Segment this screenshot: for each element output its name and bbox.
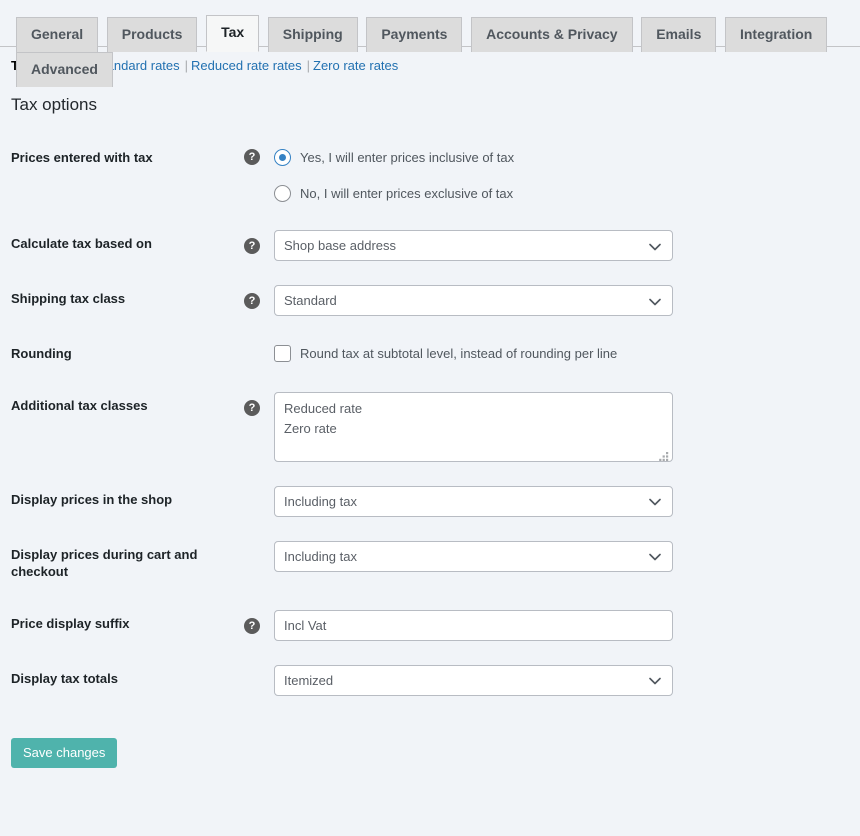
field-additional-tax-classes: ? Reduced rate Zero rate bbox=[234, 380, 700, 474]
row-rounding: Rounding Round tax at subtotal level, in… bbox=[0, 328, 700, 380]
field-display-prices-in-shop: Including tax bbox=[234, 474, 700, 529]
row-calculate-tax-based-on: Calculate tax based on ? Shop base addre… bbox=[0, 218, 700, 273]
subnav-item-zero-rate-rates[interactable]: Zero rate rates bbox=[313, 58, 398, 73]
chevron-down-icon bbox=[649, 666, 661, 695]
checkbox-round-at-subtotal[interactable] bbox=[274, 344, 291, 362]
label-rounding: Rounding bbox=[11, 346, 72, 361]
field-display-tax-totals: Itemized bbox=[234, 653, 700, 708]
textarea-value-additional-tax-classes: Reduced rate Zero rate bbox=[284, 400, 363, 436]
row-display-prices-cart-checkout: Display prices during cart and checkout … bbox=[0, 529, 700, 598]
tab-integration[interactable]: Integration bbox=[724, 17, 828, 52]
help-icon[interactable]: ? bbox=[244, 293, 260, 309]
label-shipping-tax-class: Shipping tax class bbox=[11, 291, 126, 306]
help-icon[interactable]: ? bbox=[244, 617, 260, 634]
select-calculate-tax-based-on[interactable]: Shop base address bbox=[274, 230, 673, 261]
label-price-display-suffix: Price display suffix bbox=[11, 615, 130, 631]
page-title: Tax options bbox=[11, 95, 97, 114]
chevron-down-icon bbox=[649, 231, 661, 260]
label-display-tax-totals: Display tax totals bbox=[11, 670, 118, 686]
subnav-item-reduced-rate-rates[interactable]: Reduced rate rates bbox=[191, 58, 302, 73]
tab-payments[interactable]: Payments bbox=[366, 17, 463, 52]
tab-accounts-privacy[interactable]: Accounts & Privacy bbox=[471, 17, 633, 52]
field-prices-entered-with-tax: ? Yes, I will enter prices inclusive of … bbox=[234, 132, 700, 218]
submit-area: Save changes bbox=[0, 724, 860, 768]
radio-label-exclusive: No, I will enter prices exclusive of tax bbox=[300, 185, 514, 201]
input-price-display-suffix[interactable]: Incl Vat bbox=[274, 609, 673, 641]
row-shipping-tax-class: Shipping tax class ? Standard bbox=[0, 273, 700, 328]
chevron-down-icon bbox=[649, 542, 661, 571]
select-value-shipping-tax-class: Standard bbox=[284, 293, 337, 308]
chevron-down-icon bbox=[649, 286, 661, 315]
select-value-calculate-tax-based-on: Shop base address bbox=[284, 238, 397, 253]
textarea-additional-tax-classes[interactable]: Reduced rate Zero rate bbox=[274, 391, 673, 462]
subnav-separator: | bbox=[184, 58, 189, 73]
row-additional-tax-classes: Additional tax classes ? Reduced rate Ze… bbox=[0, 380, 700, 474]
label-display-prices-cart-checkout: Display prices during cart and checkout bbox=[11, 546, 198, 580]
tab-advanced[interactable]: Advanced bbox=[16, 52, 113, 87]
help-icon[interactable]: ? bbox=[244, 399, 260, 416]
select-shipping-tax-class[interactable]: Standard bbox=[274, 285, 673, 316]
settings-tab-bar: General Products Tax Shipping Payments A… bbox=[0, 0, 860, 87]
label-prices-entered-with-tax: Prices entered with tax bbox=[11, 150, 153, 165]
select-display-prices-in-shop[interactable]: Including tax bbox=[274, 485, 673, 517]
select-display-tax-totals[interactable]: Itemized bbox=[274, 664, 673, 696]
row-display-tax-totals: Display tax totals Itemized bbox=[0, 653, 700, 708]
select-value-display-tax-totals: Itemized bbox=[284, 672, 334, 688]
radio-option-prices-exclusive[interactable]: No, I will enter prices exclusive of tax bbox=[274, 180, 690, 206]
label-display-prices-in-shop: Display prices in the shop bbox=[11, 491, 173, 507]
radio-label-inclusive: Yes, I will enter prices inclusive of ta… bbox=[300, 149, 515, 165]
field-calculate-tax-based-on: ? Shop base address bbox=[234, 218, 700, 273]
field-price-display-suffix: ? Incl Vat bbox=[234, 598, 700, 653]
tab-emails[interactable]: Emails bbox=[641, 17, 717, 52]
tab-products[interactable]: Products bbox=[106, 17, 198, 52]
tax-options-form: Prices entered with tax ? Yes, I will en… bbox=[0, 132, 700, 708]
row-price-display-suffix: Price display suffix ? Incl Vat bbox=[0, 598, 700, 653]
label-additional-tax-classes: Additional tax classes bbox=[11, 397, 148, 413]
row-display-prices-in-shop: Display prices in the shop Including tax bbox=[0, 474, 700, 529]
field-rounding: Round tax at subtotal level, instead of … bbox=[234, 328, 700, 380]
label-calculate-tax-based-on: Calculate tax based on bbox=[11, 236, 152, 251]
checkbox-label-round-at-subtotal: Round tax at subtotal level, instead of … bbox=[300, 345, 618, 361]
select-display-prices-cart-checkout[interactable]: Including tax bbox=[274, 540, 673, 572]
tab-shipping[interactable]: Shipping bbox=[267, 17, 358, 52]
save-changes-button[interactable]: Save changes bbox=[11, 737, 118, 768]
row-prices-entered-with-tax: Prices entered with tax ? Yes, I will en… bbox=[0, 132, 700, 218]
input-value-price-display-suffix: Incl Vat bbox=[284, 617, 327, 633]
tab-general[interactable]: General bbox=[16, 17, 99, 52]
field-shipping-tax-class: ? Standard bbox=[234, 273, 700, 328]
select-value-display-prices-cart-checkout: Including tax bbox=[284, 548, 357, 564]
subnav-separator: | bbox=[306, 58, 311, 73]
select-value-display-prices-in-shop: Including tax bbox=[284, 493, 357, 509]
help-icon[interactable]: ? bbox=[244, 149, 260, 165]
radio-button-inclusive[interactable] bbox=[274, 148, 291, 166]
tab-tax[interactable]: Tax bbox=[206, 15, 260, 52]
radio-option-prices-inclusive[interactable]: Yes, I will enter prices inclusive of ta… bbox=[274, 144, 690, 170]
chevron-down-icon bbox=[649, 487, 661, 516]
checkbox-option-round-at-subtotal[interactable]: Round tax at subtotal level, instead of … bbox=[274, 340, 690, 366]
field-display-prices-cart-checkout: Including tax bbox=[234, 529, 700, 598]
help-icon[interactable]: ? bbox=[244, 238, 260, 254]
resize-grip-icon[interactable] bbox=[659, 448, 670, 461]
radio-button-exclusive[interactable] bbox=[274, 184, 291, 202]
